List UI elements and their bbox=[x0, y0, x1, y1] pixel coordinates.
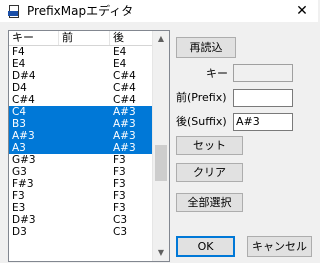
row-after-cell: C3 bbox=[113, 226, 128, 238]
row-key-cell: D4 bbox=[12, 82, 27, 94]
suffix-field[interactable]: A#3 bbox=[233, 113, 293, 131]
row-key-cell: E3 bbox=[12, 202, 26, 214]
key-label: キー bbox=[206, 67, 228, 80]
column-header-key[interactable]: キー bbox=[9, 31, 59, 45]
row-after-cell: F3 bbox=[113, 202, 126, 214]
row-after-cell: F3 bbox=[113, 166, 126, 178]
title-bar: PrefixMapエディタ ✕ bbox=[0, 0, 318, 22]
row-after-cell: F3 bbox=[113, 178, 126, 190]
list-scrollbar[interactable]: ▲ ▼ bbox=[152, 31, 169, 261]
row-key-cell: A#3 bbox=[12, 130, 35, 142]
row-after-cell: A#3 bbox=[113, 106, 136, 118]
row-key-cell: C#4 bbox=[12, 94, 35, 106]
prefix-field[interactable] bbox=[233, 89, 293, 107]
list-row[interactable]: D4 C#4 bbox=[9, 82, 152, 94]
prefix-map-list[interactable]: キー 前 後 F4 E4 E4 E4 D#4 C#4 D4 C#4 C#4 C#4 C4 A#3 B3 A… bbox=[8, 30, 170, 262]
suffix-label: 後(Suffix) bbox=[176, 115, 227, 128]
row-after-cell: F3 bbox=[113, 154, 126, 166]
list-row[interactable]: F3 F3 bbox=[9, 190, 152, 202]
window-title: PrefixMapエディタ bbox=[27, 4, 134, 18]
row-key-cell: A3 bbox=[12, 142, 26, 154]
row-after-cell: C#4 bbox=[113, 82, 136, 94]
list-row[interactable]: F#3 F3 bbox=[9, 178, 152, 190]
row-after-cell: F3 bbox=[113, 190, 126, 202]
list-row[interactable]: D3 C3 bbox=[9, 226, 152, 238]
row-after-cell: A#3 bbox=[113, 130, 136, 142]
row-key-cell: B3 bbox=[12, 118, 26, 130]
row-key-cell: F3 bbox=[12, 190, 25, 202]
row-key-cell: E4 bbox=[12, 58, 26, 70]
key-field[interactable] bbox=[233, 64, 293, 82]
ok-button[interactable]: OK bbox=[176, 236, 235, 257]
row-key-cell: F#3 bbox=[12, 178, 34, 190]
reload-button[interactable]: 再読込 bbox=[176, 37, 236, 58]
list-row[interactable]: A#3 A#3 bbox=[9, 130, 152, 142]
row-after-cell: E4 bbox=[113, 46, 127, 58]
row-after-cell: A#3 bbox=[113, 118, 136, 130]
row-after-cell: E4 bbox=[113, 58, 127, 70]
close-icon: ✕ bbox=[296, 3, 308, 19]
list-rows: F4 E4 E4 E4 D#4 C#4 D4 C#4 C#4 C#4 C4 A#3 B3 A#3 A#3 A#… bbox=[9, 46, 152, 238]
app-icon bbox=[8, 5, 20, 18]
row-after-cell: C3 bbox=[113, 214, 128, 226]
list-row[interactable]: C#4 C#4 bbox=[9, 94, 152, 106]
clear-button[interactable]: クリア bbox=[176, 163, 243, 182]
list-row[interactable]: B3 A#3 bbox=[9, 118, 152, 130]
close-button[interactable]: ✕ bbox=[286, 0, 318, 22]
list-row[interactable]: D#4 C#4 bbox=[9, 70, 152, 82]
list-row[interactable]: F4 E4 bbox=[9, 46, 152, 58]
list-row[interactable]: A3 A#3 bbox=[9, 142, 152, 154]
set-button[interactable]: セット bbox=[176, 136, 243, 155]
list-row[interactable]: E4 E4 bbox=[9, 58, 152, 70]
scroll-thumb[interactable] bbox=[155, 145, 167, 181]
column-header-before[interactable]: 前 bbox=[59, 31, 110, 45]
row-key-cell: D#4 bbox=[12, 70, 36, 82]
list-row[interactable]: E3 F3 bbox=[9, 202, 152, 214]
row-after-cell: C#4 bbox=[113, 94, 136, 106]
cancel-button[interactable]: キャンセル bbox=[247, 236, 312, 257]
row-key-cell: G3 bbox=[12, 166, 27, 178]
select-all-button[interactable]: 全部選択 bbox=[176, 193, 243, 212]
list-header: キー 前 後 bbox=[9, 31, 152, 46]
column-header-after[interactable]: 後 bbox=[110, 31, 152, 45]
list-row[interactable]: C4 A#3 bbox=[9, 106, 152, 118]
prefix-label: 前(Prefix) bbox=[176, 91, 227, 104]
row-after-cell: A#3 bbox=[113, 142, 136, 154]
row-key-cell: G#3 bbox=[12, 154, 36, 166]
row-key-cell: C4 bbox=[12, 106, 27, 118]
list-row[interactable]: G#3 F3 bbox=[9, 154, 152, 166]
list-row[interactable]: D#3 C3 bbox=[9, 214, 152, 226]
row-after-cell: C#4 bbox=[113, 70, 136, 82]
scroll-up-icon[interactable]: ▲ bbox=[153, 32, 169, 46]
row-key-cell: D3 bbox=[12, 226, 27, 238]
list-row[interactable]: G3 F3 bbox=[9, 166, 152, 178]
scroll-down-icon[interactable]: ▼ bbox=[153, 246, 169, 260]
row-key-cell: F4 bbox=[12, 46, 25, 58]
row-key-cell: D#3 bbox=[12, 214, 36, 226]
